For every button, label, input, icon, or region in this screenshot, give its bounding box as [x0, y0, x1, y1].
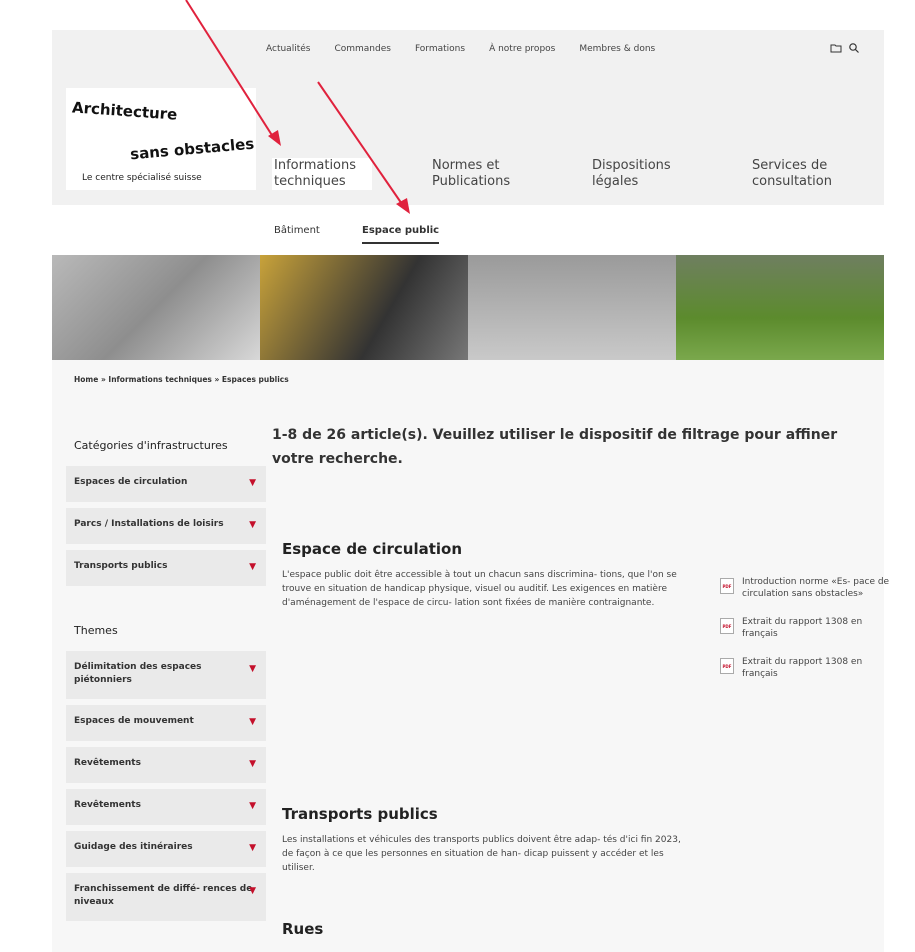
topnav-a-propos[interactable]: À notre propos — [489, 44, 555, 54]
theme-franchissement[interactable]: Franchissement de diffé- rences de nivea… — [66, 873, 266, 921]
mainnav-normes-publications[interactable]: Normes et Publications — [432, 158, 542, 190]
document-link[interactable]: PDF Introduction norme «Es- pace de circu… — [714, 576, 890, 600]
topnav-membres[interactable]: Membres & dons — [579, 44, 655, 54]
article-title[interactable]: Transports publics — [282, 805, 882, 823]
hero-image-strip — [52, 255, 884, 360]
chevron-down-icon: ▼ — [249, 478, 256, 488]
categories-heading: Catégories d'infrastructures — [74, 439, 228, 452]
category-label: Transports publics — [74, 561, 168, 571]
theme-label: Guidage des itinéraires — [74, 842, 193, 852]
theme-label: Revêtements — [74, 800, 141, 810]
top-navigation: Actualités Commandes Formations À notre … — [266, 44, 655, 54]
chevron-down-icon: ▼ — [249, 520, 256, 530]
article-body: L'espace public doit être accessible à t… — [282, 570, 677, 608]
category-parcs-loisirs[interactable]: Parcs / Installations de loisirs ▼ — [66, 508, 266, 544]
hero-photo-crossing — [52, 255, 260, 360]
chevron-down-icon: ▼ — [249, 664, 256, 674]
category-label: Parcs / Installations de loisirs — [74, 519, 224, 529]
article-transports-publics[interactable]: Transports publics Les installations et … — [282, 805, 882, 875]
document-label: Introduction norme «Es- pace de circulat… — [742, 577, 890, 599]
filter-sidebar: Catégories d'infrastructures Espaces de … — [66, 425, 266, 927]
logo-line1: Architecture — [71, 98, 178, 124]
logo-line2: sans obstacles — [129, 134, 255, 164]
chevron-down-icon: ▼ — [249, 717, 256, 727]
topnav-commandes[interactable]: Commandes — [334, 44, 390, 54]
article-title[interactable]: Espace de circulation — [282, 540, 882, 558]
document-list: PDF Introduction norme «Es- pace de circu… — [714, 576, 890, 696]
chevron-down-icon: ▼ — [249, 562, 256, 572]
results-summary: 1-8 de 26 article(s). Veuillez utiliser … — [272, 427, 838, 467]
sub-navigation: Bâtiment Espace public — [52, 205, 884, 255]
pdf-icon: PDF — [720, 578, 734, 594]
category-label: Espaces de circulation — [74, 477, 188, 487]
hero-photo-wheelchair — [260, 255, 468, 360]
site-logo[interactable]: Architecture sans obstacles Le centre sp… — [66, 88, 256, 190]
topnav-actualites[interactable]: Actualités — [266, 44, 310, 54]
theme-guidage[interactable]: Guidage des itinéraires ▼ — [66, 831, 266, 867]
subnav-espace-public[interactable]: Espace public — [362, 225, 440, 244]
folder-icon[interactable] — [830, 42, 842, 54]
topnav-formations[interactable]: Formations — [415, 44, 465, 54]
mainnav-informations-techniques[interactable]: Informations techniques — [272, 158, 372, 190]
article-body: Les installations et véhicules des trans… — [282, 835, 681, 873]
document-link[interactable]: PDF Extrait du rapport 1308 en français — [714, 616, 890, 640]
theme-delimitation[interactable]: Délimitation des espaces piétonniers ▼ — [66, 651, 266, 699]
category-transports-publics[interactable]: Transports publics ▼ — [66, 550, 266, 586]
theme-label: Espaces de mouvement — [74, 716, 194, 726]
chevron-down-icon: ▼ — [249, 886, 256, 896]
logo-tagline: Le centre spécialisé suisse — [82, 173, 202, 183]
pdf-icon: PDF — [720, 658, 734, 674]
theme-label: Délimitation des espaces piétonniers — [74, 662, 202, 685]
page-frame: Actualités Commandes Formations À notre … — [52, 30, 889, 952]
mainnav-dispositions-legales[interactable]: Dispositions légales — [592, 158, 692, 190]
site-header: Actualités Commandes Formations À notre … — [52, 30, 884, 205]
theme-revetements-1[interactable]: Revêtements ▼ — [66, 747, 266, 783]
article-title[interactable]: Rues — [282, 920, 882, 938]
header-tools — [830, 42, 860, 54]
document-label: Extrait du rapport 1308 en français — [742, 617, 863, 639]
hero-photo-ramp — [676, 255, 884, 360]
search-icon[interactable] — [848, 42, 860, 54]
theme-revetements-2[interactable]: Revêtements ▼ — [66, 789, 266, 825]
main-navigation: Informations techniques Normes et Public… — [272, 158, 872, 198]
mainnav-services-consultation[interactable]: Services de consultation — [752, 158, 872, 190]
pdf-icon: PDF — [720, 618, 734, 634]
document-label: Extrait du rapport 1308 en français — [742, 657, 863, 679]
theme-label: Revêtements — [74, 758, 141, 768]
article-rues[interactable]: Rues — [282, 920, 882, 948]
main-content: 1-8 de 26 article(s). Veuillez utiliser … — [272, 425, 882, 471]
document-link[interactable]: PDF Extrait du rapport 1308 en français — [714, 656, 890, 680]
hero-photo-crutches — [468, 255, 676, 360]
subnav-batiment[interactable]: Bâtiment — [274, 225, 320, 236]
category-espaces-circulation[interactable]: Espaces de circulation ▼ — [66, 466, 266, 502]
chevron-down-icon: ▼ — [249, 759, 256, 769]
chevron-down-icon: ▼ — [249, 801, 256, 811]
chevron-down-icon: ▼ — [249, 843, 256, 853]
breadcrumb[interactable]: Home » Informations techniques » Espaces… — [74, 375, 289, 384]
theme-label: Franchissement de diffé- rences de nivea… — [74, 884, 253, 907]
theme-espaces-mouvement[interactable]: Espaces de mouvement ▼ — [66, 705, 266, 741]
themes-heading: Themes — [74, 624, 118, 637]
